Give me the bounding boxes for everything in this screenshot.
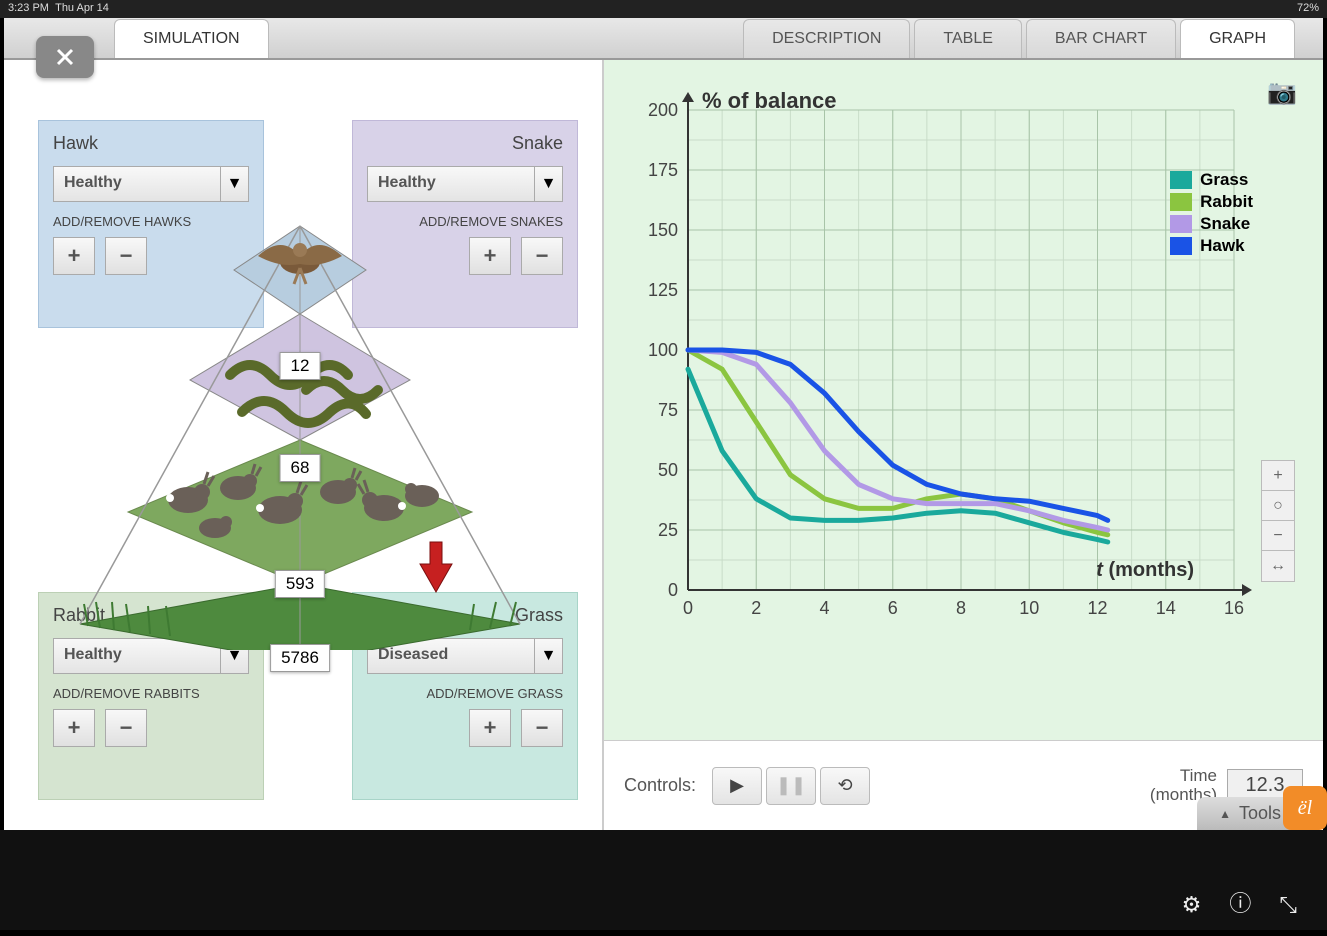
snake-status-select[interactable]: Healthy ▼ bbox=[367, 166, 563, 202]
svg-text:200: 200 bbox=[648, 100, 678, 120]
hawk-title: Hawk bbox=[53, 133, 249, 154]
svg-text:8: 8 bbox=[956, 598, 966, 618]
svg-text:% of balance: % of balance bbox=[702, 88, 836, 113]
controls-label: Controls: bbox=[624, 775, 696, 796]
svg-text:0: 0 bbox=[683, 598, 693, 618]
play-button[interactable]: ▶ bbox=[712, 767, 762, 805]
close-button[interactable] bbox=[36, 36, 94, 78]
snake-title: Snake bbox=[367, 133, 563, 154]
camera-icon[interactable]: 📷 bbox=[1267, 78, 1297, 107]
el-logo-icon: ël bbox=[1283, 786, 1327, 830]
svg-text:16: 16 bbox=[1224, 598, 1244, 618]
rabbit-add-button[interactable]: + bbox=[53, 709, 95, 747]
zoom-out-button[interactable]: − bbox=[1262, 521, 1294, 551]
food-pyramid: 12 68 593 5786 bbox=[70, 210, 530, 650]
zoom-reset-button[interactable]: ○ bbox=[1262, 491, 1294, 521]
collapse-icon[interactable]: ⤡ bbox=[1279, 892, 1297, 918]
device-bottom-bar: ⚙ ⓘ ⤡ bbox=[0, 830, 1327, 930]
graph-panel: 📷 0 2 4 6 8 10 12 14 16 0 25 50 75 100 125 150 175 200 % o… bbox=[604, 60, 1323, 740]
svg-text:25: 25 bbox=[658, 520, 678, 540]
grass-count: 5786 bbox=[270, 644, 330, 672]
chart: 0 2 4 6 8 10 12 14 16 0 25 50 75 100 125 150 175 200 % of … bbox=[624, 80, 1254, 640]
rabbit-count: 593 bbox=[275, 570, 325, 598]
settings-slider-icon[interactable]: ⚙ bbox=[1182, 892, 1202, 918]
svg-text:14: 14 bbox=[1156, 598, 1176, 618]
svg-text:125: 125 bbox=[648, 280, 678, 300]
pause-button[interactable]: ❚❚ bbox=[766, 767, 816, 805]
chevron-down-icon: ▼ bbox=[220, 167, 248, 201]
chevron-down-icon: ▼ bbox=[534, 167, 562, 201]
grass-remove-button[interactable]: − bbox=[521, 709, 563, 747]
chevron-down-icon: ▼ bbox=[534, 639, 562, 673]
zoom-tools: + ○ − ↔ bbox=[1261, 460, 1295, 582]
svg-text:100: 100 bbox=[648, 340, 678, 360]
svg-text:4: 4 bbox=[819, 598, 829, 618]
tab-row: SIMULATION DESCRIPTION TABLE BAR CHART G… bbox=[4, 18, 1323, 60]
pan-button[interactable]: ↔ bbox=[1262, 551, 1294, 581]
device-status-bar: 3:23 PM Thu Apr 14 72% bbox=[0, 0, 1327, 18]
tab-description[interactable]: DESCRIPTION bbox=[743, 19, 910, 58]
svg-text:175: 175 bbox=[648, 160, 678, 180]
snake-count: 68 bbox=[280, 454, 321, 482]
chart-legend: Grass Rabbit Snake Hawk bbox=[1170, 170, 1253, 258]
svg-text:150: 150 bbox=[648, 220, 678, 240]
svg-text:10: 10 bbox=[1019, 598, 1039, 618]
zoom-in-button[interactable]: + bbox=[1262, 461, 1294, 491]
svg-text:6: 6 bbox=[888, 598, 898, 618]
tab-table[interactable]: TABLE bbox=[914, 19, 1022, 58]
close-icon bbox=[54, 46, 76, 68]
app-window: SIMULATION DESCRIPTION TABLE BAR CHART G… bbox=[4, 18, 1323, 830]
info-icon[interactable]: ⓘ bbox=[1229, 886, 1251, 918]
svg-text:75: 75 bbox=[658, 400, 678, 420]
svg-text:12: 12 bbox=[1087, 598, 1107, 618]
rabbit-remove-button[interactable]: − bbox=[105, 709, 147, 747]
grass-add-button[interactable]: + bbox=[469, 709, 511, 747]
tab-barchart[interactable]: BAR CHART bbox=[1026, 19, 1176, 58]
svg-text:2: 2 bbox=[751, 598, 761, 618]
reset-button[interactable]: ⟲ bbox=[820, 767, 870, 805]
simulation-pane: Hawk Healthy ▼ ADD/REMOVE HAWKS + − Snak… bbox=[4, 60, 602, 830]
svg-text:0: 0 bbox=[668, 580, 678, 600]
tab-simulation[interactable]: SIMULATION bbox=[114, 19, 269, 58]
controls-bar: Controls: ▶ ❚❚ ⟲ Time(months) 12.3 ▲Tool… bbox=[604, 740, 1323, 830]
hawk-status-select[interactable]: Healthy ▼ bbox=[53, 166, 249, 202]
svg-text:t (months): t (months) bbox=[1096, 559, 1194, 581]
svg-text:50: 50 bbox=[658, 460, 678, 480]
hawk-count: 12 bbox=[280, 352, 321, 380]
tab-graph[interactable]: GRAPH bbox=[1180, 19, 1295, 58]
